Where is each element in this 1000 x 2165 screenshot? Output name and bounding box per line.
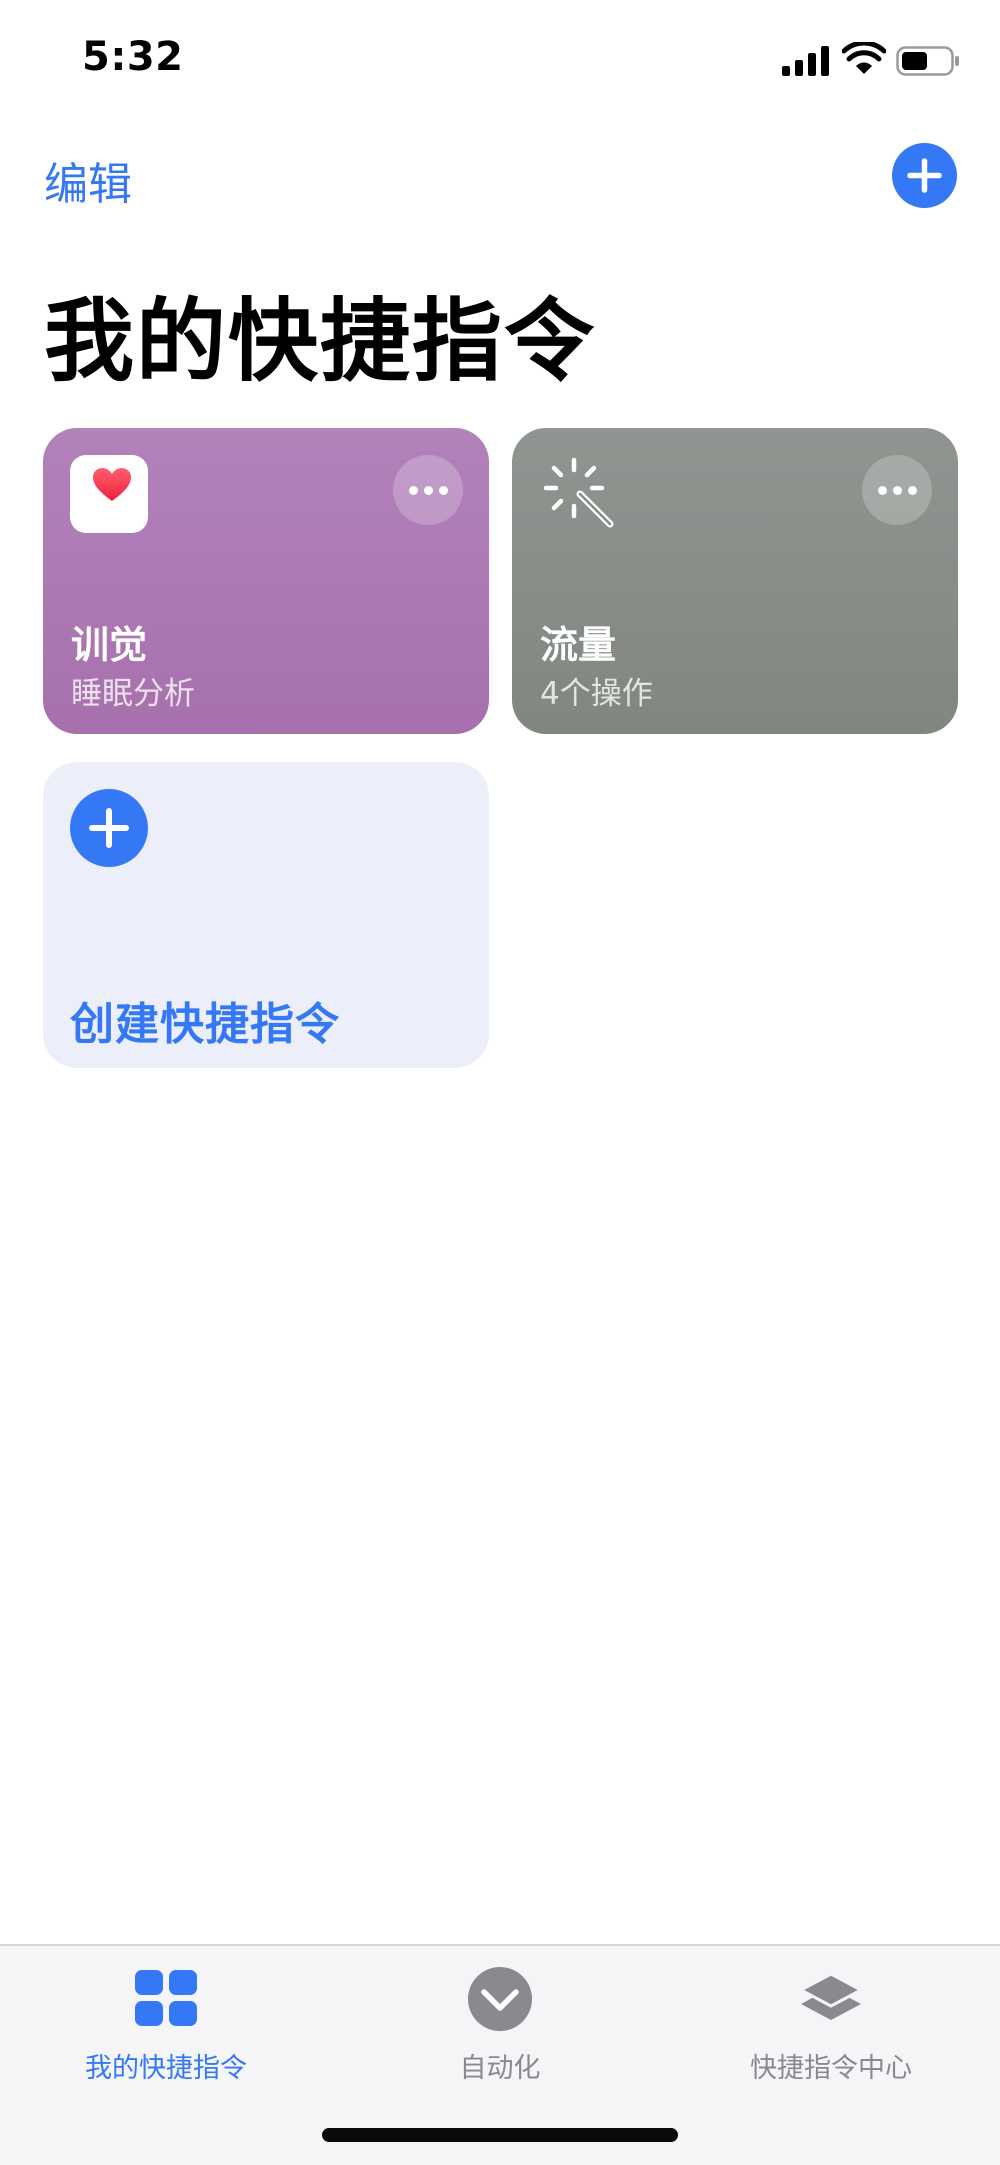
tab-my-shortcuts[interactable]: 我的快捷指令 [36, 1966, 296, 2086]
shortcut-subtitle: 4个操作 [540, 676, 653, 712]
shortcut-subtitle: 睡眠分析 [71, 676, 195, 712]
more-dot [908, 486, 917, 495]
wifi-icon [842, 42, 886, 74]
tab-automation[interactable]: 自动化 [370, 1966, 630, 2086]
magic-wand-icon [543, 457, 614, 528]
shortcut-card-traffic[interactable]: 流量 4个操作 [512, 428, 958, 734]
tab-gallery[interactable]: 快捷指令中心 [701, 1966, 961, 2086]
more-dot [424, 486, 433, 495]
page-title: 我的快捷指令 [44, 289, 596, 394]
cellular-signal-icon [782, 46, 829, 76]
heart-icon [93, 468, 131, 501]
status-bar: 5:32 [0, 0, 1000, 120]
grid-icon [135, 1970, 197, 2026]
tab-label: 快捷指令中心 [750, 2053, 912, 2084]
status-time: 5:32 [82, 34, 184, 80]
tab-label: 自动化 [459, 2053, 541, 2084]
layers-icon [799, 1972, 863, 2020]
shortcut-title: 训觉 [71, 623, 148, 667]
health-app-icon [70, 455, 148, 533]
create-plus-button [70, 789, 148, 867]
more-options-button[interactable] [393, 455, 463, 525]
more-dot [878, 486, 887, 495]
more-options-button[interactable] [862, 455, 932, 525]
plus-icon [89, 808, 129, 848]
create-shortcut-label: 创建快捷指令 [70, 999, 340, 1050]
create-shortcut-card[interactable]: 创建快捷指令 [43, 762, 489, 1068]
more-dot [439, 486, 448, 495]
more-dot [893, 486, 902, 495]
more-dot [409, 486, 418, 495]
tab-label: 我的快捷指令 [85, 2053, 247, 2084]
shortcut-card-sleep[interactable]: 训觉 睡眠分析 [43, 428, 489, 734]
checkmark-circle-icon [468, 1967, 532, 2031]
shortcut-title: 流量 [540, 623, 617, 667]
edit-button[interactable]: 编辑 [44, 148, 132, 212]
plus-icon [907, 158, 942, 193]
home-indicator [322, 2128, 678, 2142]
battery-icon [896, 46, 959, 76]
add-shortcut-button[interactable] [892, 143, 957, 208]
